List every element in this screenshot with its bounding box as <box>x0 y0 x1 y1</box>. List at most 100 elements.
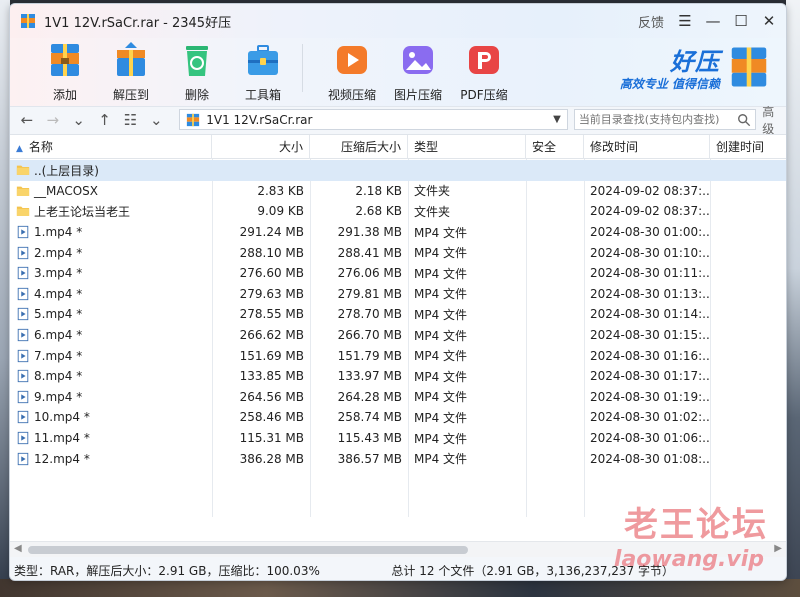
table-row[interactable]: 上老王论坛当老王 9.09 KB 2.68 KB 文件夹 2024-09-02 08:3… <box>10 201 786 222</box>
file-compressed-size: 2.18 KB <box>355 183 402 198</box>
add-label: 添加 <box>52 88 77 102</box>
column-header-type[interactable]: 类型 <box>408 135 526 159</box>
file-name-cell: 上老王论坛当老王 <box>10 203 212 220</box>
video-file-icon <box>16 266 34 280</box>
recycle-bin-icon <box>186 46 208 76</box>
pdf-compress-icon <box>469 46 499 74</box>
column-header-security[interactable]: 安全 <box>526 135 584 159</box>
table-row[interactable]: 2.mp4 * 288.10 MB 288.41 MB MP4 文件 2024-08-3… <box>10 242 786 263</box>
file-modified: 2024-08-30 01:15:... <box>590 328 710 343</box>
scroll-left-icon[interactable]: ◀ <box>14 543 22 554</box>
history-dropdown-icon[interactable]: ⌄ <box>72 111 86 129</box>
file-type: MP4 文件 <box>414 369 468 384</box>
table-row[interactable]: 9.mp4 * 264.56 MB 264.28 MB MP4 文件 2024-08-3… <box>10 387 786 408</box>
file-name: __MACOSX <box>34 183 99 198</box>
file-compressed-size: 151.79 MB <box>337 348 402 363</box>
toolbox-label: 工具箱 <box>244 88 281 102</box>
video-compress-button[interactable]: 视频压缩 <box>317 38 387 103</box>
file-modified: 2024-08-30 01:14:... <box>590 307 710 322</box>
brand-archive-icon <box>731 47 767 87</box>
file-size: 258.46 MB <box>239 410 304 425</box>
table-row[interactable]: 3.mp4 * 276.60 MB 276.06 MB MP4 文件 2024-08-3… <box>10 263 786 284</box>
search-box[interactable] <box>573 109 757 130</box>
video-file-icon <box>16 369 34 383</box>
scrollbar-thumb[interactable] <box>28 546 468 554</box>
file-size: 278.55 MB <box>239 307 304 322</box>
file-size: 291.24 MB <box>239 225 304 240</box>
video-file-icon <box>16 246 34 260</box>
file-modified: 2024-08-30 01:16:... <box>590 348 710 363</box>
menu-icon[interactable]: ☰ <box>678 12 692 30</box>
file-name-cell: 5.mp4 * <box>10 307 212 321</box>
toolbox-button[interactable]: 工具箱 <box>228 38 298 103</box>
close-icon[interactable]: ✕ <box>762 12 776 30</box>
table-row[interactable]: __MACOSX 2.83 KB 2.18 KB 文件夹 2024-09-02 08:3… <box>10 181 786 202</box>
file-name-cell: 4.mp4 * <box>10 287 212 301</box>
advanced-search-link[interactable]: 高级 <box>762 103 786 137</box>
brand-logo: 好压 高效专业 值得信赖 <box>620 42 772 92</box>
file-name-cell: 2.mp4 * <box>10 246 212 260</box>
view-dropdown-icon[interactable]: ⌄ <box>149 111 163 129</box>
table-row[interactable]: 8.mp4 * 133.85 MB 133.97 MB MP4 文件 2024-08-3… <box>10 366 786 387</box>
file-name: 9.mp4 * <box>34 389 83 404</box>
table-row[interactable]: 11.mp4 * 115.31 MB 115.43 MB MP4 文件 2024-08-… <box>10 428 786 449</box>
table-row[interactable]: 7.mp4 * 151.69 MB 151.79 MB MP4 文件 2024-08-3… <box>10 345 786 366</box>
table-row[interactable]: 4.mp4 * 279.63 MB 279.81 MB MP4 文件 2024-08-3… <box>10 284 786 305</box>
pdf-compress-button[interactable]: PDF压缩 <box>449 38 519 103</box>
path-dropdown-icon[interactable]: ▼ <box>553 114 561 125</box>
column-header-size[interactable]: 大小 <box>212 135 310 159</box>
file-type: MP4 文件 <box>414 349 468 364</box>
up-arrow-icon[interactable]: ↑ <box>98 111 112 129</box>
title-bar[interactable]: 1V1 12V.rSaCr.rar - 2345好压 反馈 ☰ — ☐ ✕ <box>10 4 786 38</box>
forward-arrow-icon[interactable]: → <box>46 111 60 129</box>
file-type: MP4 文件 <box>414 266 468 281</box>
table-row[interactable]: 6.mp4 * 266.62 MB 266.70 MB MP4 文件 2024-08-3… <box>10 325 786 346</box>
minimize-icon[interactable]: — <box>706 12 721 30</box>
file-compressed-size: 291.38 MB <box>337 225 402 240</box>
extract-to-button[interactable]: 解压到 <box>96 38 166 103</box>
status-archive-info: 类型：RAR，解压后大小：2.91 GB，压缩比：100.03% <box>14 563 320 578</box>
file-compressed-size: 276.06 MB <box>337 266 402 281</box>
add-button[interactable]: 添加 <box>30 38 100 103</box>
scroll-right-icon[interactable]: ▶ <box>774 543 782 554</box>
file-type: MP4 文件 <box>414 287 468 302</box>
file-modified: 2024-08-30 01:19:... <box>590 389 710 404</box>
file-name: 上老王论坛当老王 <box>34 204 131 219</box>
sort-ascending-icon: ▲ <box>16 144 23 154</box>
file-compressed-size: 2.68 KB <box>355 204 402 219</box>
file-compressed-size: 386.57 MB <box>337 451 402 466</box>
search-input[interactable] <box>578 113 738 126</box>
file-type: MP4 文件 <box>414 328 468 343</box>
archive-app-icon <box>21 14 35 28</box>
table-row[interactable]: 5.mp4 * 278.55 MB 278.70 MB MP4 文件 2024-08-3… <box>10 304 786 325</box>
table-row[interactable]: 12.mp4 * 386.28 MB 386.57 MB MP4 文件 2024-08-… <box>10 448 786 469</box>
maximize-icon[interactable]: ☐ <box>734 12 748 30</box>
search-icon[interactable] <box>737 113 751 127</box>
path-box[interactable]: 1V1 12V.rSaCr.rar ▼ <box>179 109 568 130</box>
file-type: MP4 文件 <box>414 307 468 322</box>
column-header-compressed[interactable]: 压缩后大小 <box>310 135 408 159</box>
file-modified: 2024-09-02 08:37:... <box>590 204 710 219</box>
toolbox-icon <box>248 45 278 75</box>
table-row[interactable]: 1.mp4 * 291.24 MB 291.38 MB MP4 文件 2024-08-3… <box>10 222 786 243</box>
extract-icon <box>117 42 145 76</box>
file-type: MP4 文件 <box>414 390 468 405</box>
video-file-icon <box>16 225 34 239</box>
file-name-cell: 10.mp4 * <box>10 410 212 424</box>
column-header-name[interactable]: ▲ 名称 <box>10 135 212 159</box>
file-name-cell: 12.mp4 * <box>10 452 212 466</box>
image-compress-button[interactable]: 图片压缩 <box>383 38 453 103</box>
file-size: 276.60 MB <box>239 266 304 281</box>
delete-button[interactable]: 删除 <box>162 38 232 103</box>
column-header-created[interactable]: 创建时间 <box>710 135 786 159</box>
column-header-modified[interactable]: 修改时间 <box>584 135 710 159</box>
table-row[interactable]: ..(上层目录) <box>10 160 786 181</box>
column-name-label: 名称 <box>28 140 53 154</box>
folder-icon <box>16 163 34 177</box>
back-arrow-icon[interactable]: ← <box>20 111 34 129</box>
file-modified: 2024-08-30 01:11:... <box>590 266 710 281</box>
feedback-link[interactable]: 反馈 <box>638 12 664 31</box>
table-row[interactable]: 10.mp4 * 258.46 MB 258.74 MB MP4 文件 2024-08-… <box>10 407 786 428</box>
file-size: 264.56 MB <box>239 389 304 404</box>
view-mode-icon[interactable]: ☷ <box>124 111 138 129</box>
